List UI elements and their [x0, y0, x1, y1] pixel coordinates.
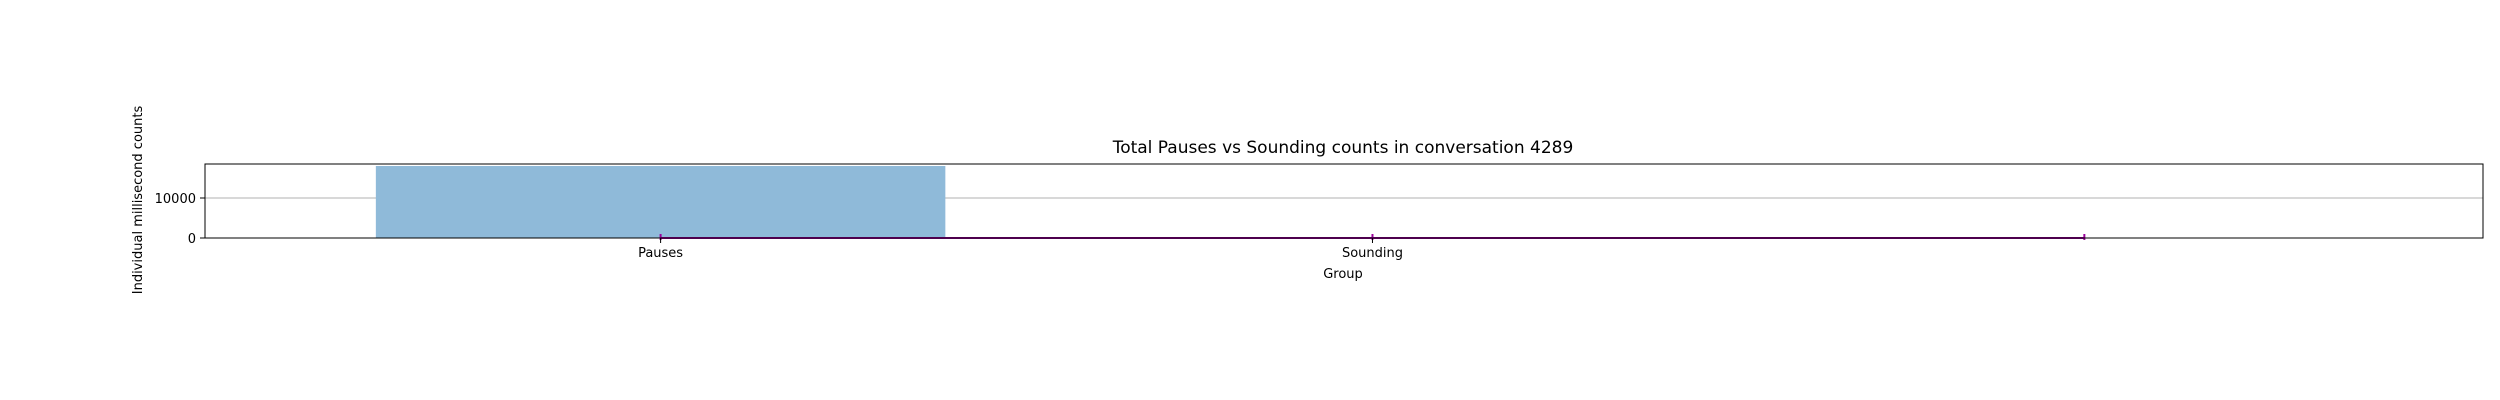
y-tick-label-1: 10000: [155, 192, 196, 207]
plot-area: 0 10000 Pauses Sounding: [155, 163, 2484, 261]
x-tick-label-pauses: Pauses: [638, 246, 683, 261]
chart-svg: Total Pauses vs Sounding counts in conve…: [131, 106, 2484, 295]
x-tick-label-sounding: Sounding: [1342, 246, 1403, 261]
bar-pauses: [375, 166, 946, 238]
chart-title: Total Pauses vs Sounding counts in conve…: [1112, 138, 1574, 158]
x-axis-label: Group: [1323, 267, 1363, 282]
chart: Total Pauses vs Sounding counts in conve…: [0, 0, 2500, 400]
y-tick-label-0: 0: [188, 232, 196, 247]
y-axis-label: Individual millisecond counts: [131, 106, 146, 295]
